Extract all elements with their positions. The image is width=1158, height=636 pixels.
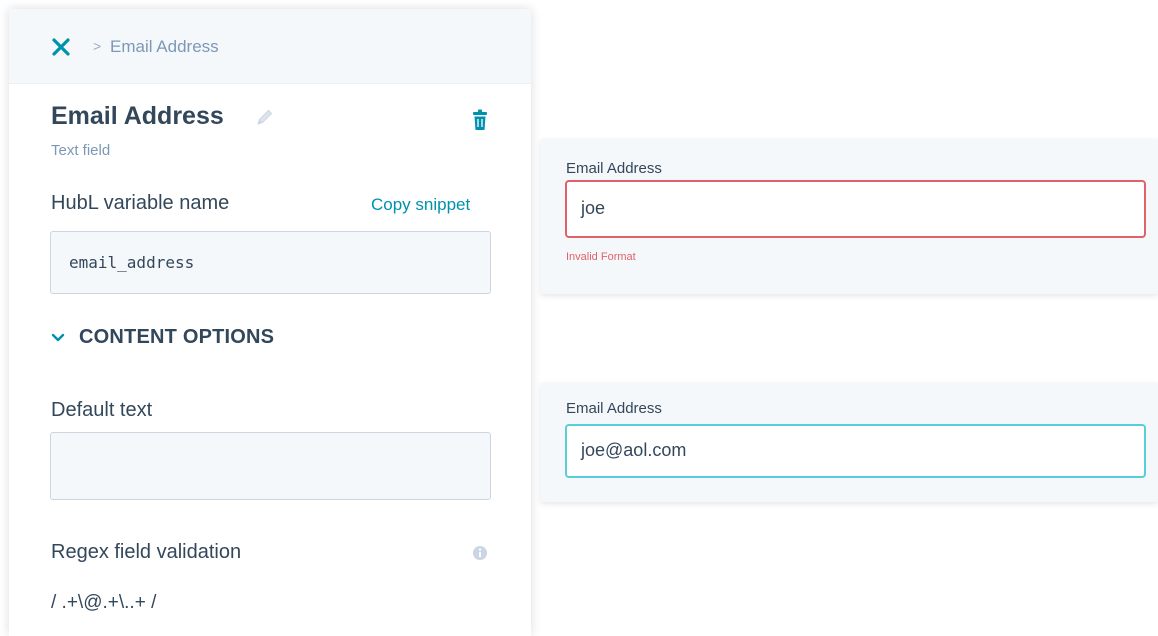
preview-valid-card: Email Address joe@aol.com <box>541 383 1158 502</box>
preview-email-input-valid[interactable]: joe@aol.com <box>565 424 1146 478</box>
hubl-variable-label: HubL variable name <box>51 192 230 214</box>
preview-email-label: Email Address <box>566 160 662 177</box>
breadcrumb-separator: > <box>93 38 102 54</box>
trash-icon[interactable] <box>471 109 489 131</box>
copy-snippet-link[interactable]: Copy snippet <box>371 195 470 215</box>
default-text-label: Default text <box>51 399 153 421</box>
panel-header: > Email Address <box>9 9 531 84</box>
content-options-label: CONTENT OPTIONS <box>79 326 275 348</box>
close-icon[interactable] <box>51 37 71 57</box>
pencil-icon[interactable] <box>255 107 275 127</box>
validation-error-message: Invalid Format <box>566 251 636 263</box>
default-text-field[interactable] <box>50 432 491 500</box>
chevron-down-icon <box>51 333 65 342</box>
info-icon[interactable] <box>472 545 488 561</box>
hubl-variable-value: email_address <box>69 253 195 272</box>
field-title: Email Address <box>51 102 224 130</box>
preview-email-input-invalid[interactable]: joe <box>565 180 1146 238</box>
hubl-variable-field[interactable]: email_address <box>50 231 491 294</box>
breadcrumb-current: Email Address <box>110 37 219 56</box>
preview-email-value: joe <box>581 198 606 218</box>
preview-invalid-card: Email Address joe Invalid Format <box>541 139 1158 294</box>
field-type-label: Text field <box>51 142 111 159</box>
field-editor-panel: > Email Address Email Address Text field… <box>9 9 531 636</box>
regex-pattern[interactable]: / .+\@.+\..+ / <box>51 592 156 614</box>
preview-email-label: Email Address <box>566 400 662 417</box>
preview-email-value: joe@aol.com <box>581 440 687 460</box>
regex-validation-label: Regex field validation <box>51 541 242 563</box>
